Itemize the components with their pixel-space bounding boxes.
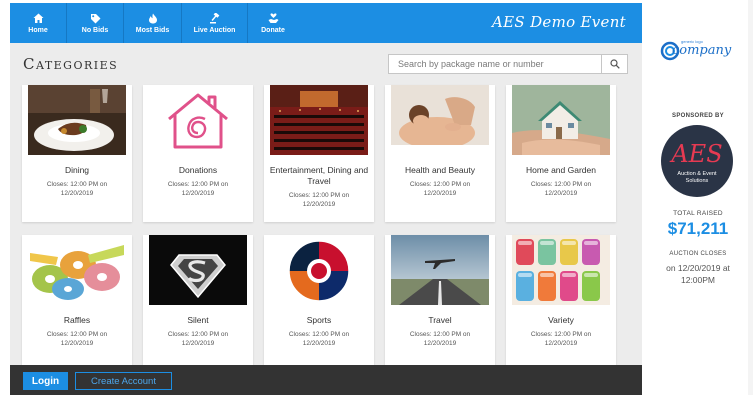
category-name: Variety — [548, 315, 574, 325]
category-name: Donations — [178, 165, 218, 175]
nav-item-home[interactable]: Home — [10, 3, 67, 43]
search-box — [388, 54, 628, 74]
event-title: AES Demo Event — [492, 13, 626, 31]
category-card-variety[interactable]: Variety Closes: 12:00 PM on 12/20/2019 — [506, 235, 616, 372]
category-image-sports — [270, 235, 368, 305]
total-raised-label: TOTAL RAISED — [673, 210, 723, 217]
total-raised-value: $71,211 — [667, 219, 729, 238]
category-image-donations — [149, 85, 247, 155]
category-closes: Closes: 12:00 PM on 12/20/2019 — [46, 331, 108, 347]
logo-wordmark: company — [672, 43, 732, 58]
category-card-home-garden[interactable]: Home and Garden Closes: 12:00 PM on 12/2… — [506, 85, 616, 222]
category-image-entertainment — [270, 85, 368, 155]
category-name: Entertainment, Dining and Travel — [269, 165, 369, 186]
nav-label: Home — [28, 26, 48, 34]
category-closes: Closes: 12:00 PM on 12/20/2019 — [530, 181, 592, 197]
category-closes: Closes: 12:00 PM on 12/20/2019 — [288, 192, 350, 208]
category-card-entertainment[interactable]: Entertainment, Dining and Travel Closes:… — [264, 85, 374, 222]
sponsor-initials: AES — [669, 140, 722, 168]
nav-label: Live Auction — [193, 26, 236, 34]
category-name: Health and Beauty — [405, 165, 475, 175]
category-image-home-garden — [512, 85, 610, 155]
category-grid: Dining Closes: 12:00 PM on 12/20/2019 Do… — [22, 85, 634, 372]
category-closes: Closes: 12:00 PM on 12/20/2019 — [409, 181, 471, 197]
category-card-travel[interactable]: Travel Closes: 12:00 PM on 12/20/2019 — [385, 235, 495, 372]
category-card-health-beauty[interactable]: Health and Beauty Closes: 12:00 PM on 12… — [385, 85, 495, 222]
nav-menu: Home No Bids Most Bids Live Auction Dona… — [10, 3, 298, 43]
nav-item-most-bids[interactable]: Most Bids — [124, 3, 182, 43]
login-button[interactable]: Login — [23, 372, 68, 390]
category-image-health-beauty — [391, 85, 489, 155]
category-card-sports[interactable]: Sports Closes: 12:00 PM on 12/20/2019 — [264, 235, 374, 372]
search-icon — [609, 59, 620, 69]
category-image-silent — [149, 235, 247, 305]
category-closes: Closes: 12:00 PM on 12/20/2019 — [409, 331, 471, 347]
category-name: Raffles — [63, 315, 91, 325]
gavel-icon — [209, 11, 221, 26]
create-account-button[interactable]: Create Account — [75, 372, 172, 390]
auction-closes-value: on 12/20/2019 at 12:00PM — [666, 263, 730, 285]
category-name: Dining — [64, 165, 90, 175]
tag-icon — [90, 13, 101, 26]
nav-label: Most Bids — [135, 26, 170, 34]
sponsor-badge-icon: AES Auction & Event Solutions — [661, 125, 733, 197]
auction-closes-label: AUCTION CLOSES — [669, 251, 727, 257]
sponsored-by-label: SPONSORED BY — [672, 113, 724, 119]
sponsor-logo: AES Auction & Event Solutions — [660, 124, 734, 198]
nav-item-donate[interactable]: Donate — [248, 3, 298, 43]
heart-hand-icon — [268, 12, 279, 26]
app-main-panel: Home No Bids Most Bids Live Auction Dona… — [10, 3, 642, 395]
account-bar: Login Create Account — [10, 365, 642, 395]
category-closes: Closes: 12:00 PM on 12/20/2019 — [167, 181, 229, 197]
category-image-travel — [391, 235, 489, 305]
nav-label: Donate — [261, 26, 285, 34]
page-title: Categories — [23, 55, 119, 73]
category-closes: Closes: 12:00 PM on 12/20/2019 — [530, 331, 592, 347]
category-card-raffles[interactable]: Raffles Closes: 12:00 PM on 12/20/2019 — [22, 235, 132, 372]
category-image-dining — [28, 85, 126, 155]
scrollbar-track[interactable] — [748, 0, 753, 395]
search-input[interactable] — [389, 55, 601, 73]
sponsor-name-line2: Solutions — [686, 178, 709, 184]
fire-icon — [148, 13, 158, 26]
top-nav-bar: Home No Bids Most Bids Live Auction Dona… — [10, 3, 642, 43]
category-card-dining[interactable]: Dining Closes: 12:00 PM on 12/20/2019 — [22, 85, 132, 222]
category-closes: Closes: 12:00 PM on 12/20/2019 — [288, 331, 350, 347]
category-name: Sports — [306, 315, 332, 325]
category-image-variety — [512, 235, 610, 305]
home-icon — [33, 13, 44, 26]
search-button[interactable] — [601, 55, 627, 73]
category-card-donations[interactable]: Donations Closes: 12:00 PM on 12/20/2019 — [143, 85, 253, 222]
nav-item-no-bids[interactable]: No Bids — [67, 3, 124, 43]
category-name: Home and Garden — [526, 165, 596, 175]
sidebar: generic logo company SPONSORED BY AES Au… — [648, 0, 748, 395]
category-closes: Closes: 12:00 PM on 12/20/2019 — [46, 181, 108, 197]
category-name: Silent — [187, 315, 209, 325]
category-name: Travel — [428, 315, 452, 325]
nav-label: No Bids — [81, 26, 109, 34]
category-closes: Closes: 12:00 PM on 12/20/2019 — [167, 331, 229, 347]
category-image-raffles — [28, 235, 126, 305]
nav-item-live-auction[interactable]: Live Auction — [182, 3, 248, 43]
category-card-silent[interactable]: Silent Closes: 12:00 PM on 12/20/2019 — [143, 235, 253, 372]
sponsor-name-line1: Auction & Event — [677, 171, 717, 177]
